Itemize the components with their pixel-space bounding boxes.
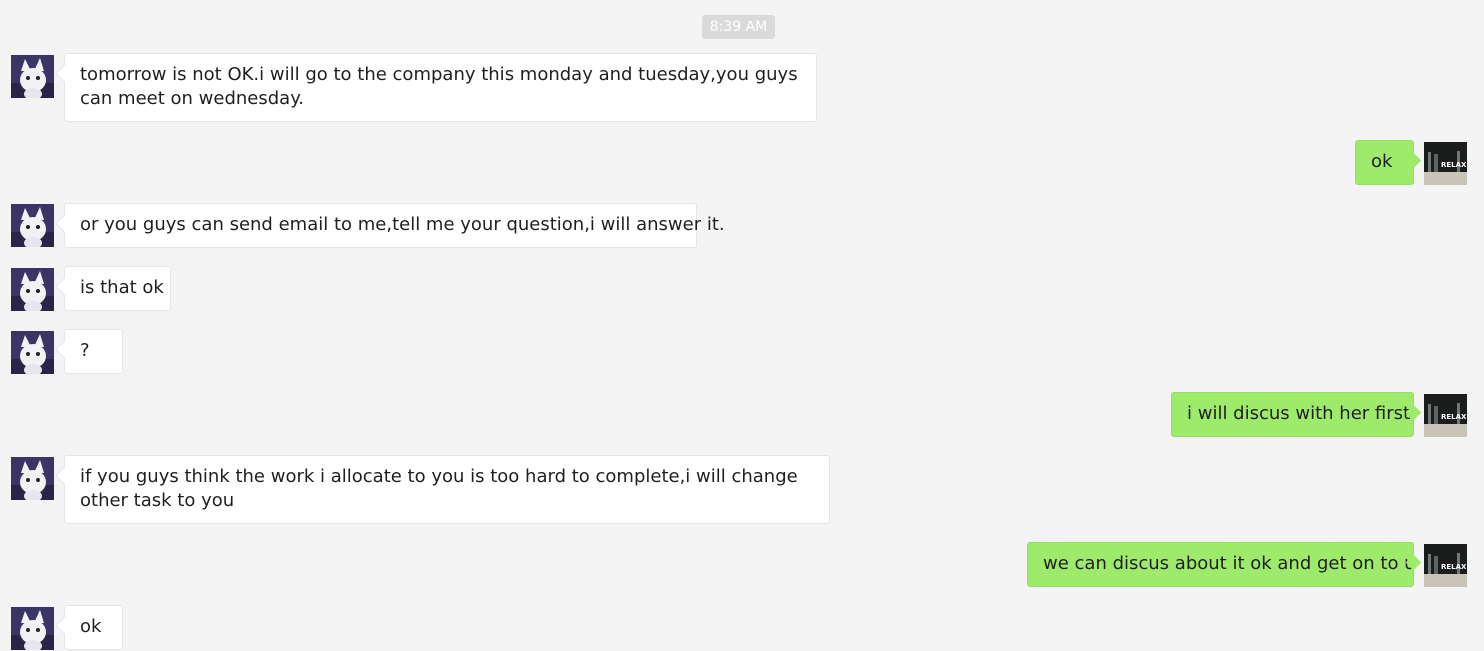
message-text: is that ok — [80, 277, 164, 298]
message-text: tomorrow is not OK.i will go to the comp… — [80, 64, 798, 109]
incoming-message-bubble[interactable]: or you guys can send email to me,tell me… — [64, 203, 725, 248]
cartoon-cat-avatar-icon — [11, 457, 54, 500]
incoming-message-bubble[interactable]: ok — [64, 605, 123, 650]
outgoing-message-bubble[interactable]: ok — [1355, 140, 1414, 185]
message-text: or you guys can send email to me,tell me… — [80, 214, 725, 235]
svg-text:RELAX: RELAX — [1441, 563, 1467, 571]
cartoon-cat-avatar-icon — [11, 204, 54, 247]
incoming-message-bubble[interactable]: tomorrow is not OK.i will go to the comp… — [64, 53, 817, 122]
contact-avatar[interactable] — [11, 607, 54, 650]
outgoing-message-bubble[interactable]: we can discus about it ok and get on to … — [1027, 542, 1416, 587]
svg-text:RELAX: RELAX — [1441, 161, 1467, 169]
contact-avatar[interactable] — [11, 204, 54, 247]
relax-photo-avatar-icon: RELAX — [1424, 544, 1467, 587]
timestamp-badge: 8:39 AM — [702, 15, 775, 39]
svg-text:RELAX: RELAX — [1441, 413, 1467, 421]
relax-photo-avatar-icon: RELAX — [1424, 394, 1467, 437]
incoming-message-bubble[interactable]: if you guys think the work i allocate to… — [64, 455, 830, 524]
contact-avatar[interactable] — [11, 457, 54, 500]
contact-avatar[interactable] — [11, 268, 54, 311]
message-text: ok — [80, 616, 102, 637]
cartoon-cat-avatar-icon — [11, 268, 54, 311]
incoming-message-bubble[interactable]: ? — [64, 329, 123, 374]
message-text: ok — [1371, 151, 1393, 172]
outgoing-message-bubble[interactable]: i will discus with her first — [1171, 392, 1414, 437]
self-avatar[interactable]: RELAX — [1424, 142, 1467, 185]
cartoon-cat-avatar-icon — [11, 607, 54, 650]
incoming-message-bubble[interactable]: is that ok — [64, 266, 171, 311]
contact-avatar[interactable] — [11, 55, 54, 98]
contact-avatar[interactable] — [11, 331, 54, 374]
message-text: i will discus with her first — [1187, 403, 1411, 424]
cartoon-cat-avatar-icon — [11, 331, 54, 374]
message-text: if you guys think the work i allocate to… — [80, 466, 798, 511]
self-avatar[interactable]: RELAX — [1424, 544, 1467, 587]
message-text: we can discus about it ok and get on to … — [1043, 553, 1416, 574]
cartoon-cat-avatar-icon — [11, 55, 54, 98]
self-avatar[interactable]: RELAX — [1424, 394, 1467, 437]
relax-photo-avatar-icon: RELAX — [1424, 142, 1467, 185]
message-text: ? — [80, 340, 90, 361]
chat-message-area: 8:39 AM tomorrow is not OK.i will go to … — [0, 0, 1484, 651]
